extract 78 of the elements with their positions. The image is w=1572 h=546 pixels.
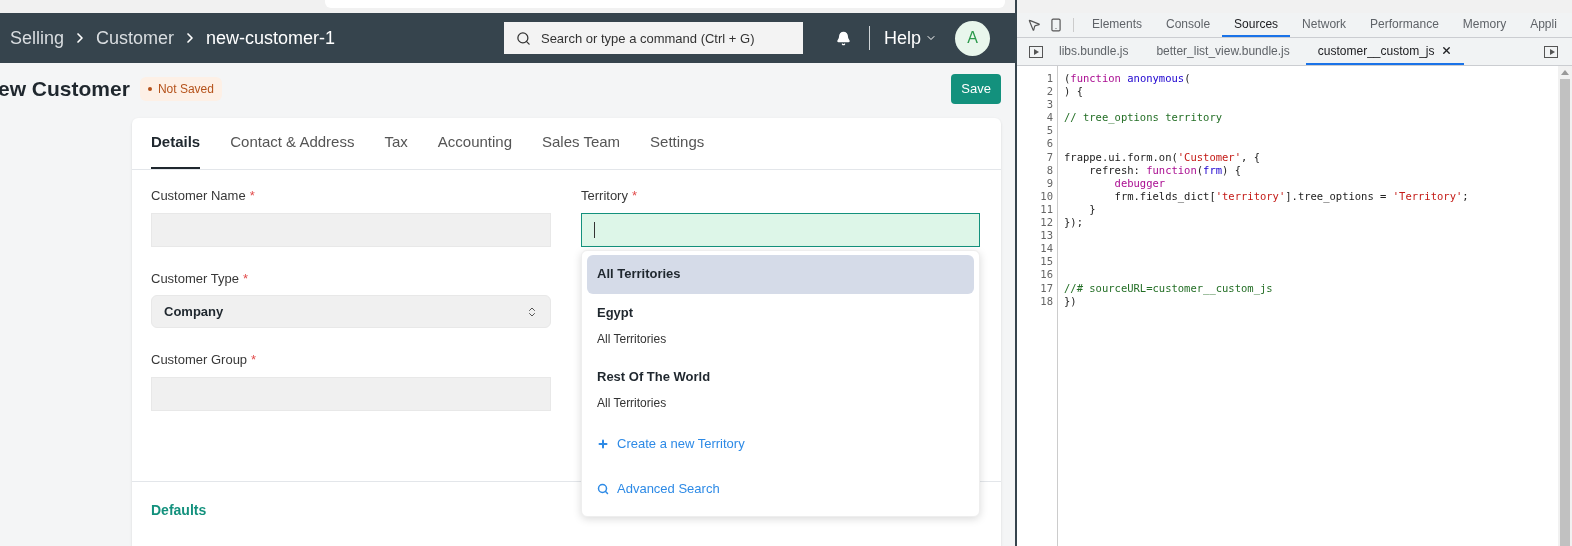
device-icon[interactable] [1049,18,1063,32]
file-tab[interactable]: better_list_view.bundle.js [1144,38,1302,65]
dropdown-action-link[interactable]: Create a new Territory [587,421,974,467]
devtools-tab[interactable]: Elements [1080,13,1155,37]
section-heading: Defaults [151,501,208,520]
line-number: 6 [1046,137,1053,151]
select-field[interactable]: Company [151,295,551,328]
status-badge: Not Saved [139,77,222,101]
code-line: debugger [1113,176,1166,190]
breadcrumb-link[interactable]: Customer [96,24,175,52]
devtools-tab[interactable]: Console [1154,13,1223,37]
bell-icon[interactable] [835,30,851,46]
form-tab[interactable]: Sales Team [542,118,621,169]
file-tab[interactable]: libs.bundle.js [1047,38,1141,65]
field-label: Customer Name [151,187,246,205]
line-number: 12 [1040,216,1053,230]
navigator-toggle-icon[interactable] [1029,45,1043,58]
line-number: 9 [1046,176,1053,190]
search-field[interactable]: Search or type a command (Ctrl + G) [503,22,803,54]
breadcrumb-link[interactable]: new-customer-1 [206,24,336,52]
save-button[interactable]: Save [951,74,1001,104]
dropdown-action-link[interactable]: Advanced Search [587,466,974,512]
code-line: } [1088,202,1096,217]
line-number: 5 [1046,124,1053,138]
line-number: 8 [1046,163,1053,177]
dropdown-option[interactable]: Egypt All Territories [587,293,974,358]
input-field[interactable] [581,212,980,247]
line-number: 10 [1040,189,1053,203]
line-number: 2 [1046,85,1053,99]
line-number: 17 [1040,281,1053,295]
scrollbar[interactable] [1558,66,1572,546]
line-number: 15 [1040,255,1053,269]
code-line: }) [1064,294,1077,308]
debugger-toggle-icon[interactable] [1544,45,1558,58]
chevrons-icon [526,305,538,318]
form-tab[interactable]: Accounting [437,118,512,169]
field-label: Customer Type [151,269,239,288]
code-line: //# sourceURL=customer__custom_js [1064,281,1273,295]
required-mark: * [631,187,637,205]
code-line: frappe.ui.form.on('Customer', { [1064,150,1260,164]
line-number: 11 [1040,202,1053,217]
required-mark: * [251,351,257,369]
dropdown-option[interactable]: All Territories [587,254,974,294]
search-icon [597,483,609,495]
help-menu-button[interactable]: Help [883,24,937,52]
line-number: 4 [1046,111,1053,125]
text-cursor [594,221,595,238]
devtools-tab[interactable]: Performance [1358,13,1451,37]
line-number: 1 [1046,72,1053,86]
form-tab[interactable]: Contact & Address [230,118,355,169]
code-line: // tree_options territory [1064,111,1223,125]
required-mark: * [242,269,248,288]
form-tab[interactable]: Settings [650,118,705,169]
breadcrumb-link[interactable]: Selling [10,24,65,52]
code-line: ) { [1064,85,1083,99]
devtools-tab[interactable]: Memory [1450,13,1519,37]
line-number: 3 [1046,98,1053,112]
code-line: }); [1064,216,1083,230]
close-icon[interactable] [1440,45,1452,56]
plus-icon [597,438,609,450]
code-line: frm.fields_dict['territory'].tree_options = 'Territory'; [1113,189,1469,203]
line-number: 18 [1040,294,1053,308]
form-tab[interactable]: Details [151,118,201,169]
code-line: refresh: function(frm) { [1088,163,1242,177]
inspect-cursor-icon[interactable] [1027,18,1041,32]
line-number: 16 [1040,268,1053,282]
dropdown-option[interactable]: Rest Of The World All Territories [587,357,974,422]
code-line: (function anonymous( [1064,72,1191,86]
search-icon [515,31,531,46]
devtools-tab[interactable]: Appli [1518,13,1569,37]
devtools-tab[interactable]: Network [1290,13,1359,37]
required-mark: * [249,187,255,205]
field-label: Customer Group [151,351,248,369]
form-tab[interactable]: Tax [384,118,408,169]
field-label: Territory [581,187,628,205]
line-number: 13 [1040,229,1053,243]
line-number: 14 [1040,242,1053,256]
line-number: 7 [1046,150,1053,164]
